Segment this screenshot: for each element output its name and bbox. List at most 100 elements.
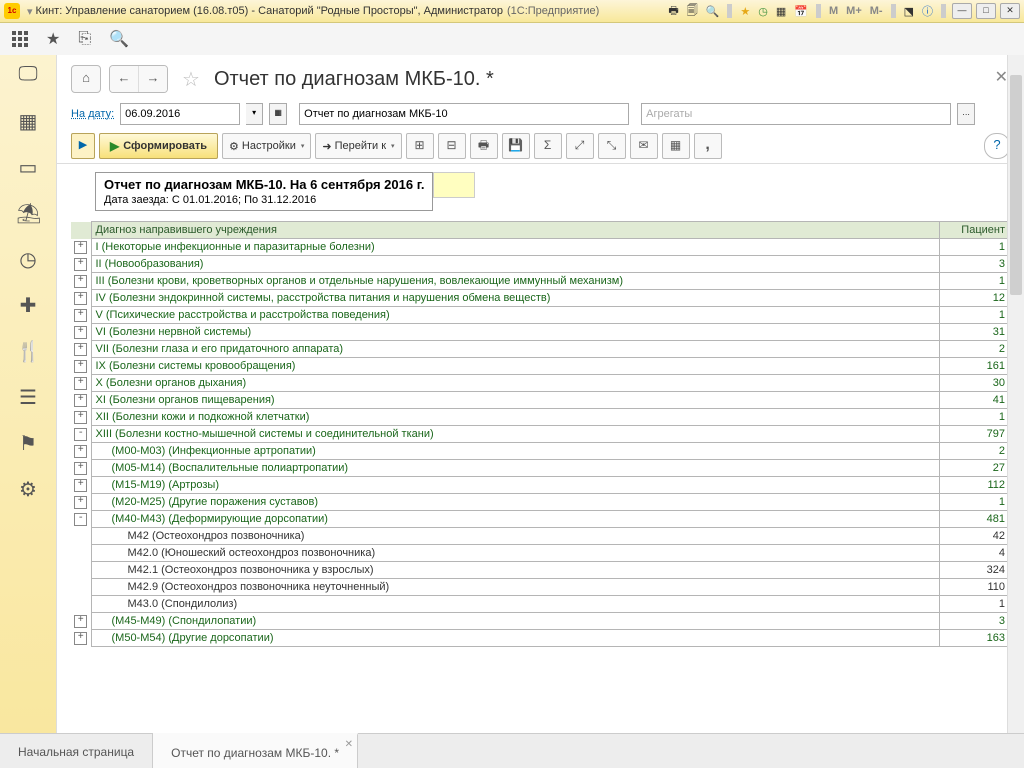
tree-toggle-icon[interactable]: +: [74, 479, 87, 492]
diagnosis-cell[interactable]: (M20-M25) (Другие поражения суставов): [91, 494, 940, 511]
tree-toggle-icon[interactable]: +: [74, 241, 87, 254]
date-input[interactable]: 06.09.2016: [120, 103, 240, 125]
info-icon[interactable]: ⓘ: [920, 3, 935, 19]
expand-tree-button[interactable]: ⊞: [406, 133, 434, 159]
run-small-button[interactable]: ▶: [71, 133, 95, 159]
global-search-icon[interactable]: 🔍: [109, 29, 129, 49]
sidebar-gear-icon[interactable]: ⚙: [16, 477, 40, 501]
home-button[interactable]: ⌂: [71, 65, 101, 93]
vertical-scrollbar[interactable]: [1007, 55, 1024, 733]
diagnosis-cell[interactable]: XII (Болезни кожи и подкожной клетчатки): [91, 409, 940, 426]
diagnosis-cell[interactable]: VI (Болезни нервной системы): [91, 324, 940, 341]
clipboard-icon[interactable]: ⎘: [78, 30, 91, 48]
sidebar-calendar-icon[interactable]: ▦: [16, 109, 40, 133]
print-preview-icon[interactable]: 🗐: [685, 2, 700, 21]
nav-forward-button[interactable]: →: [139, 66, 167, 92]
m-plus-icon[interactable]: M+: [844, 5, 864, 17]
tree-toggle-icon[interactable]: +: [74, 411, 87, 424]
diagnosis-cell[interactable]: M42.1 (Остеохондроз позвоночника у взрос…: [91, 562, 940, 579]
diagnosis-cell[interactable]: IV (Болезни эндокринной системы, расстро…: [91, 290, 940, 307]
m-icon[interactable]: M: [827, 5, 840, 17]
print-button[interactable]: 🖶: [470, 133, 498, 159]
pin-icon[interactable]: ⬔: [902, 5, 916, 18]
nav-back-button[interactable]: ←: [110, 66, 139, 92]
collapse-tree-button[interactable]: ⊟: [438, 133, 466, 159]
diagnosis-cell[interactable]: XIII (Болезни костно-мышечной системы и …: [91, 426, 940, 443]
search-doc-icon[interactable]: 🔍: [704, 5, 722, 18]
history-icon[interactable]: ◷: [756, 5, 770, 18]
tree-toggle-icon[interactable]: +: [74, 360, 87, 373]
diagnosis-cell[interactable]: XI (Болезни органов пищеварения): [91, 392, 940, 409]
sidebar-flag-icon[interactable]: ⚑: [16, 431, 40, 455]
tree-toggle-icon[interactable]: -: [74, 513, 87, 526]
tab-close-icon[interactable]: ✕: [345, 739, 353, 750]
tree-toggle-icon[interactable]: +: [74, 496, 87, 509]
diagnosis-cell[interactable]: M42 (Остеохондроз позвоночника): [91, 528, 940, 545]
comma-button[interactable]: ,: [694, 133, 722, 159]
favorite-icon[interactable]: ★: [738, 5, 752, 18]
diagnosis-cell[interactable]: X (Болезни органов дыхания): [91, 375, 940, 392]
aggregates-input[interactable]: Агрегаты: [641, 103, 951, 125]
tree-toggle-icon[interactable]: +: [74, 615, 87, 628]
m-minus-icon[interactable]: M-: [868, 5, 885, 17]
tree-toggle-icon[interactable]: +: [74, 326, 87, 339]
sum-button[interactable]: Σ: [534, 133, 562, 159]
sidebar-cutlery-icon[interactable]: 🍴: [16, 339, 40, 363]
date-label-link[interactable]: На дату:: [71, 108, 114, 120]
aggregates-more-button[interactable]: …: [957, 103, 975, 125]
sidebar-plus-icon[interactable]: ✚: [16, 293, 40, 317]
tree-toggle-icon[interactable]: +: [74, 292, 87, 305]
move-in-button[interactable]: ⤡: [598, 133, 626, 159]
tree-toggle-icon[interactable]: +: [74, 309, 87, 322]
tree-toggle-icon[interactable]: +: [74, 632, 87, 645]
tree-toggle-icon[interactable]: +: [74, 394, 87, 407]
goto-button[interactable]: ➜Перейти к▾: [315, 133, 401, 159]
print-icon[interactable]: 🖶: [666, 2, 680, 21]
mail-button[interactable]: ✉: [630, 133, 658, 159]
diagnosis-cell[interactable]: VII (Болезни глаза и его придаточного ап…: [91, 341, 940, 358]
sidebar-server-icon[interactable]: ☰: [16, 385, 40, 409]
tree-toggle-icon[interactable]: +: [74, 343, 87, 356]
sidebar-card-icon[interactable]: ▭: [16, 155, 40, 179]
diagnosis-cell[interactable]: IX (Болезни системы кровообращения): [91, 358, 940, 375]
diagnosis-cell[interactable]: (M45-M49) (Спондилопатии): [91, 613, 940, 630]
diagnosis-cell[interactable]: (M50-M54) (Другие дорсопатии): [91, 630, 940, 647]
table-button[interactable]: ▦: [662, 133, 690, 159]
diagnosis-cell[interactable]: II (Новообразования): [91, 256, 940, 273]
favorites-icon[interactable]: ★: [46, 29, 60, 49]
generate-button[interactable]: ▶Сформировать: [99, 133, 218, 159]
apps-grid-icon[interactable]: [12, 31, 28, 47]
diagnosis-cell[interactable]: (M00-M03) (Инфекционные артропатии): [91, 443, 940, 460]
window-close-button[interactable]: ✕: [1000, 3, 1020, 19]
date-dropdown-button[interactable]: ▾: [246, 103, 263, 125]
calc-icon[interactable]: ▦: [774, 5, 788, 18]
move-out-button[interactable]: ⤢: [566, 133, 594, 159]
diagnosis-cell[interactable]: V (Психические расстройства и расстройст…: [91, 307, 940, 324]
tree-toggle-icon[interactable]: +: [74, 462, 87, 475]
diagnosis-cell[interactable]: (M05-M14) (Воспалительные полиартропатии…: [91, 460, 940, 477]
tree-toggle-icon[interactable]: -: [74, 428, 87, 441]
tab-report[interactable]: Отчет по диагнозам МКБ-10. *✕: [153, 733, 358, 768]
diagnosis-cell[interactable]: M42.9 (Остеохондроз позвоночника неуточн…: [91, 579, 940, 596]
date-picker-button[interactable]: ▦: [269, 103, 287, 125]
diagnosis-cell[interactable]: (M40-M43) (Деформирующие дорсопатии): [91, 511, 940, 528]
window-maximize-button[interactable]: □: [976, 3, 996, 19]
favorite-page-icon[interactable]: ☆: [182, 67, 200, 92]
sidebar-lamp-icon[interactable]: ⛱: [16, 201, 40, 225]
settings-button[interactable]: ⚙Настройки▾: [222, 133, 311, 159]
report-name-input[interactable]: Отчет по диагнозам МКБ-10: [299, 103, 629, 125]
diagnosis-cell[interactable]: M43.0 (Спондилолиз): [91, 596, 940, 613]
sidebar-monitor-icon[interactable]: 🖵: [16, 63, 40, 87]
close-page-button[interactable]: ✕: [995, 67, 1008, 87]
tree-toggle-icon[interactable]: +: [74, 377, 87, 390]
tree-toggle-icon[interactable]: +: [74, 445, 87, 458]
diagnosis-cell[interactable]: I (Некоторые инфекционные и паразитарные…: [91, 239, 940, 256]
tab-home[interactable]: Начальная страница: [0, 734, 153, 768]
diagnosis-cell[interactable]: III (Болезни крови, кроветворных органов…: [91, 273, 940, 290]
window-minimize-button[interactable]: —: [952, 3, 972, 19]
tree-toggle-icon[interactable]: +: [74, 275, 87, 288]
tree-toggle-icon[interactable]: +: [74, 258, 87, 271]
calendar-icon[interactable]: 📅: [792, 5, 810, 18]
diagnosis-cell[interactable]: M42.0 (Юношеский остеохондроз позвоночни…: [91, 545, 940, 562]
diagnosis-cell[interactable]: (M15-M19) (Артрозы): [91, 477, 940, 494]
